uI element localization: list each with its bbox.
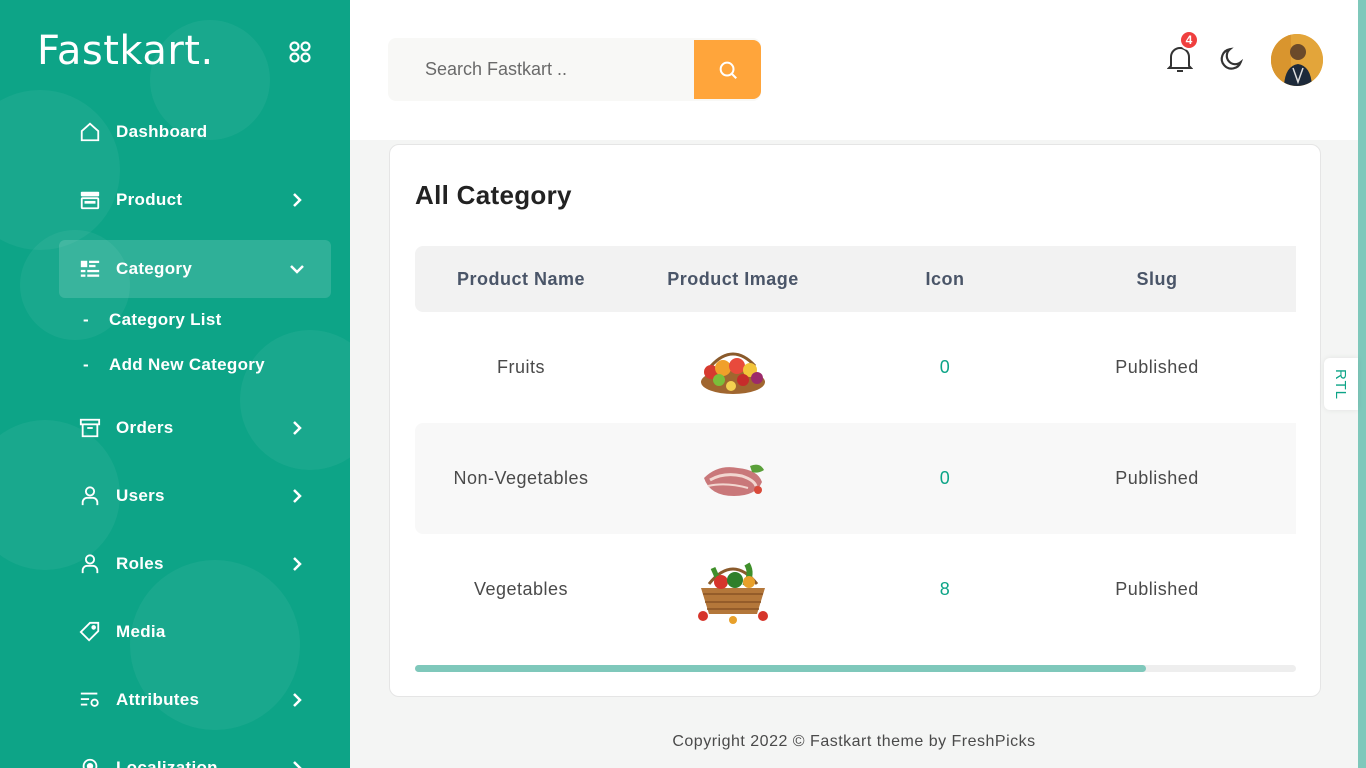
table-row[interactable]: Non-Vegetables 0 Published bbox=[415, 423, 1296, 534]
meat-image bbox=[627, 423, 839, 534]
subitem-label: Category List bbox=[109, 310, 222, 329]
sidebar-item-label: Attributes bbox=[116, 690, 200, 709]
sidebar-item-dashboard[interactable]: Dashboard bbox=[59, 103, 331, 161]
product-name-cell: Non-Vegetables bbox=[453, 468, 589, 488]
chevron-right-icon bbox=[293, 693, 302, 707]
sidebar-item-category[interactable]: Category bbox=[59, 240, 331, 298]
search-box bbox=[388, 38, 761, 101]
location-icon bbox=[79, 757, 101, 768]
logo[interactable]: Fastkart. bbox=[37, 28, 214, 74]
dash-marker: - bbox=[83, 355, 89, 374]
sidebar-item-label: Roles bbox=[116, 554, 164, 573]
table-header: Product Name Product Image Icon Slug bbox=[415, 246, 1296, 312]
sidebar-subitem-add-new-category[interactable]: - Add New Category bbox=[83, 355, 265, 375]
slug-cell: Published bbox=[1115, 579, 1199, 599]
archive-icon bbox=[79, 417, 101, 439]
sidebar: Fastkart. Dashboard Product Category - C… bbox=[0, 0, 350, 768]
sidebar-item-users[interactable]: Users bbox=[59, 467, 331, 525]
dash-marker: - bbox=[83, 310, 89, 329]
slug-cell: Published bbox=[1115, 468, 1199, 488]
sidebar-item-label: Localization bbox=[116, 758, 218, 768]
column-header-slug[interactable]: Slug bbox=[1051, 246, 1263, 312]
search-input[interactable] bbox=[388, 38, 694, 101]
column-header-icon[interactable]: Icon bbox=[839, 246, 1051, 312]
rtl-label: RTL bbox=[1332, 368, 1350, 400]
product-name-cell: Fruits bbox=[497, 357, 545, 377]
notification-badge: 4 bbox=[1179, 30, 1199, 50]
sidebar-item-localization[interactable]: Localization bbox=[59, 739, 331, 768]
chevron-right-icon bbox=[293, 489, 302, 503]
column-header-product-image[interactable]: Product Image bbox=[627, 246, 839, 312]
sidebar-item-label: Dashboard bbox=[116, 122, 208, 141]
slug-cell: Published bbox=[1115, 357, 1199, 377]
user-icon bbox=[79, 485, 101, 507]
page-scrollbar[interactable] bbox=[1358, 0, 1366, 768]
rtl-toggle[interactable]: RTL bbox=[1324, 358, 1358, 410]
footer: Copyright 2022 © Fastkart theme by Fresh… bbox=[350, 716, 1358, 768]
category-card: All Category Product Name Product Image … bbox=[389, 144, 1321, 697]
list-icon bbox=[79, 258, 101, 280]
icon-count-cell: 0 bbox=[939, 468, 951, 488]
product-name-cell: Vegetables bbox=[473, 579, 569, 599]
chevron-right-icon bbox=[293, 761, 302, 768]
avatar[interactable] bbox=[1271, 34, 1323, 86]
sidebar-item-label: Users bbox=[116, 486, 165, 505]
top-header: 4 bbox=[350, 0, 1358, 140]
column-header-product-name[interactable]: Product Name bbox=[415, 246, 627, 312]
subitem-label: Add New Category bbox=[109, 355, 265, 374]
horizontal-scrollbar[interactable] bbox=[415, 665, 1296, 672]
fruit-basket-image bbox=[627, 312, 839, 423]
sidebar-item-label: Orders bbox=[116, 418, 174, 437]
icon-count-cell: 0 bbox=[939, 357, 951, 377]
chevron-right-icon bbox=[293, 193, 302, 207]
chevron-right-icon bbox=[293, 557, 302, 571]
settings-list-icon bbox=[79, 689, 101, 711]
moon-icon[interactable] bbox=[1219, 46, 1245, 72]
grid-icon[interactable] bbox=[288, 40, 312, 64]
sidebar-item-product[interactable]: Product bbox=[59, 171, 331, 229]
sidebar-item-media[interactable]: Media bbox=[59, 603, 331, 661]
logo-row: Fastkart. bbox=[37, 28, 317, 78]
tag-icon bbox=[79, 621, 101, 643]
copyright-text: Copyright 2022 © Fastkart theme by Fresh… bbox=[672, 733, 1036, 750]
chevron-down-icon bbox=[290, 265, 304, 274]
sidebar-item-label: Media bbox=[116, 622, 166, 641]
chevron-right-icon bbox=[293, 421, 302, 435]
sidebar-item-label: Category bbox=[116, 259, 193, 278]
sidebar-item-orders[interactable]: Orders bbox=[59, 399, 331, 457]
icon-count-cell: 8 bbox=[939, 579, 951, 599]
search-button[interactable] bbox=[694, 40, 761, 99]
table-row[interactable]: Fruits 0 Published bbox=[415, 312, 1296, 423]
sidebar-item-roles[interactable]: Roles bbox=[59, 535, 331, 593]
user-icon bbox=[79, 553, 101, 575]
store-icon bbox=[79, 189, 101, 211]
table-row[interactable]: Vegetables 8 Published bbox=[415, 534, 1296, 645]
sidebar-subitem-category-list[interactable]: - Category List bbox=[83, 310, 222, 330]
sidebar-item-label: Product bbox=[116, 190, 183, 209]
search-icon bbox=[719, 61, 737, 79]
page-title: All Category bbox=[415, 180, 572, 210]
horizontal-scrollbar-thumb[interactable] bbox=[415, 665, 1147, 672]
sidebar-item-attributes[interactable]: Attributes bbox=[59, 671, 331, 729]
home-icon bbox=[79, 121, 101, 143]
vegetable-basket-image bbox=[627, 534, 839, 645]
